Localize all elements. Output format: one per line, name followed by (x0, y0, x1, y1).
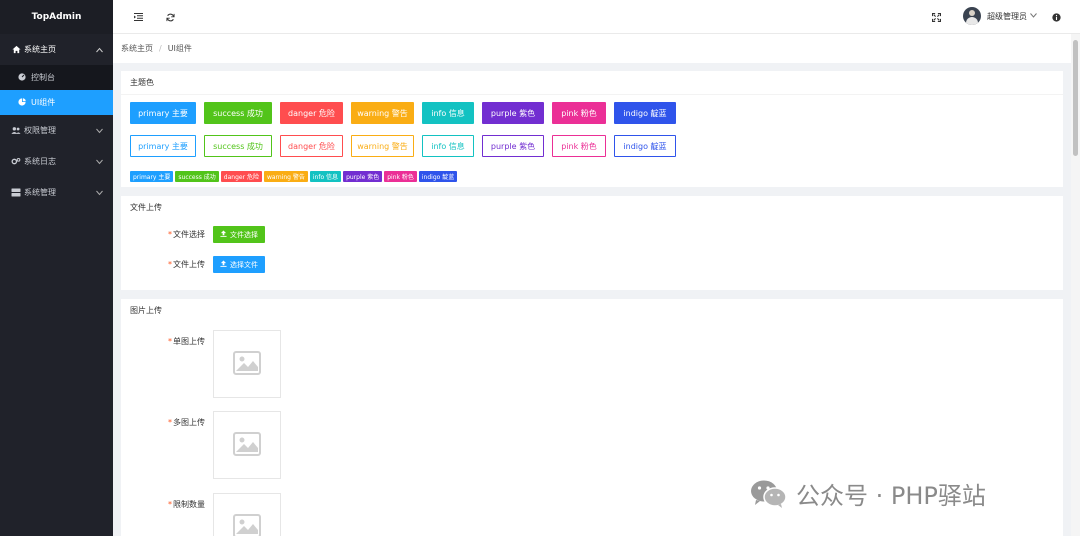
watermark: 公众号 · PHP驿站 (750, 476, 986, 511)
breadcrumb-home[interactable]: 系统主页 (121, 43, 153, 54)
form-row-multi-image: *多图上传 (121, 411, 281, 479)
image-placeholder-icon (233, 351, 261, 377)
theme-badge: success 成功 (175, 171, 219, 182)
form-row-limit-count: *限制数量 (121, 493, 281, 536)
outline-button-row: primary 主要 success 成功 danger 危险 warning 警告 i… (130, 135, 684, 157)
file-select-button[interactable]: 文件选择 (213, 226, 265, 243)
sidebar-item-label: 权限管理 (24, 126, 56, 135)
pie-icon (18, 97, 28, 108)
collapse-menu-icon[interactable] (132, 11, 144, 23)
chevron-up-icon (96, 45, 103, 54)
image-placeholder-icon (233, 514, 261, 536)
theme-badge: info 信息 (309, 171, 342, 182)
theme-button-outline[interactable]: primary 主要 (130, 135, 196, 157)
sidebar-item-label: UI组件 (31, 98, 56, 107)
user-menu[interactable]: 超级管理员 (963, 7, 1037, 25)
chevron-down-icon (1030, 12, 1037, 20)
form-row-single-image: *单图上传 (121, 330, 281, 398)
sidebar-item-label: 系统管理 (24, 188, 56, 197)
theme-badge: warning 警告 (263, 171, 308, 182)
theme-button-solid[interactable]: purple 紫色 (482, 102, 544, 124)
image-placeholder-icon (233, 432, 261, 458)
main-content: 主题色 primary 主要 success 成功 danger 危险 warning… (113, 63, 1071, 536)
sidebar-submenu-home: 控制台 UI组件 (0, 65, 113, 115)
theme-badge: pink 粉色 (384, 171, 417, 182)
theme-button-solid[interactable]: primary 主要 (130, 102, 196, 124)
cogs-icon (11, 157, 21, 167)
card-title: 图片上传 (130, 306, 162, 315)
theme-button-outline[interactable]: pink 粉色 (552, 135, 606, 157)
chevron-down-icon (96, 188, 103, 197)
sidebar-item-system-log[interactable]: 系统日志 (0, 146, 113, 177)
refresh-icon[interactable] (164, 11, 176, 23)
users-icon (11, 126, 21, 136)
theme-button-outline[interactable]: indigo 靛蓝 (614, 135, 676, 157)
fullscreen-icon[interactable] (930, 11, 942, 23)
choose-file-button[interactable]: 选择文件 (213, 256, 265, 273)
sidebar-item-dashboard[interactable]: 控制台 (0, 65, 113, 90)
dashboard-icon (18, 72, 28, 83)
file-upload-card: 文件上传 *文件选择 文件选择 *文件上传 选择文件 (121, 196, 1063, 290)
sidebar-item-permissions[interactable]: 权限管理 (0, 115, 113, 146)
brand-logo[interactable]: TopAdmin (0, 0, 113, 34)
user-name: 超级管理员 (987, 11, 1027, 21)
form-label: *限制数量 (168, 500, 205, 509)
breadcrumb-separator: / (159, 44, 162, 53)
upload-icon (220, 230, 227, 239)
theme-badge: danger 危险 (220, 171, 262, 182)
theme-color-card: 主题色 primary 主要 success 成功 danger 危险 warning… (121, 71, 1063, 187)
top-header: 超级管理员 (113, 0, 1080, 34)
home-icon (11, 45, 21, 55)
form-row-file-select: *文件选择 文件选择 (121, 226, 265, 243)
card-title: 文件上传 (130, 203, 162, 212)
chevron-down-icon (96, 126, 103, 135)
theme-button-solid[interactable]: warning 警告 (351, 102, 414, 124)
theme-button-solid[interactable]: danger 危险 (280, 102, 343, 124)
theme-button-solid[interactable]: indigo 靛蓝 (614, 102, 676, 124)
sidebar-item-label: 系统日志 (24, 157, 56, 166)
theme-badge: purple 紫色 (343, 171, 383, 182)
theme-button-outline[interactable]: info 信息 (422, 135, 474, 157)
sidebar-item-home[interactable]: 系统主页 (0, 34, 113, 65)
server-icon (11, 188, 21, 198)
image-upload-box[interactable] (213, 493, 281, 536)
breadcrumb: 系统主页 / UI组件 (113, 34, 1071, 63)
form-label: *文件选择 (168, 230, 205, 239)
theme-button-solid[interactable]: success 成功 (204, 102, 272, 124)
theme-button-solid[interactable]: info 信息 (422, 102, 474, 124)
theme-badge: indigo 靛蓝 (418, 171, 458, 182)
badge-row: primary 主要 success 成功 danger 危险 warning 警告 i… (130, 171, 459, 182)
breadcrumb-current: UI组件 (167, 44, 192, 53)
solid-button-row: primary 主要 success 成功 danger 危险 warning 警告 i… (130, 102, 684, 124)
form-label: *单图上传 (168, 337, 205, 346)
card-title: 主题色 (121, 71, 1063, 95)
theme-badge: primary 主要 (130, 171, 174, 182)
wechat-logo-icon (750, 479, 788, 509)
form-label: *文件上传 (168, 260, 205, 269)
theme-button-outline[interactable]: warning 警告 (351, 135, 414, 157)
chevron-down-icon (96, 157, 103, 166)
theme-button-outline[interactable]: success 成功 (204, 135, 272, 157)
scrollbar[interactable] (1071, 34, 1080, 536)
upload-icon (220, 260, 227, 269)
scrollbar-thumb[interactable] (1073, 40, 1078, 156)
image-upload-box[interactable] (213, 411, 281, 479)
sidebar-item-system-admin[interactable]: 系统管理 (0, 177, 113, 208)
image-upload-box[interactable] (213, 330, 281, 398)
form-label: *多图上传 (168, 418, 205, 427)
sidebar-item-label: 控制台 (31, 73, 55, 82)
sidebar-item-label: 系统主页 (24, 45, 56, 54)
watermark-text: 公众号 · PHP驿站 (796, 482, 986, 510)
theme-button-outline[interactable]: danger 危险 (280, 135, 343, 157)
sidebar-item-ui-components[interactable]: UI组件 (0, 90, 113, 115)
info-icon[interactable] (1050, 11, 1062, 23)
theme-button-solid[interactable]: pink 粉色 (552, 102, 606, 124)
theme-button-outline[interactable]: purple 紫色 (482, 135, 544, 157)
sidebar: TopAdmin 系统主页 控制台 UI组件 权限管理 系统日志 系统管理 (0, 0, 113, 536)
form-row-file-upload: *文件上传 选择文件 (121, 256, 265, 273)
avatar (963, 7, 981, 25)
